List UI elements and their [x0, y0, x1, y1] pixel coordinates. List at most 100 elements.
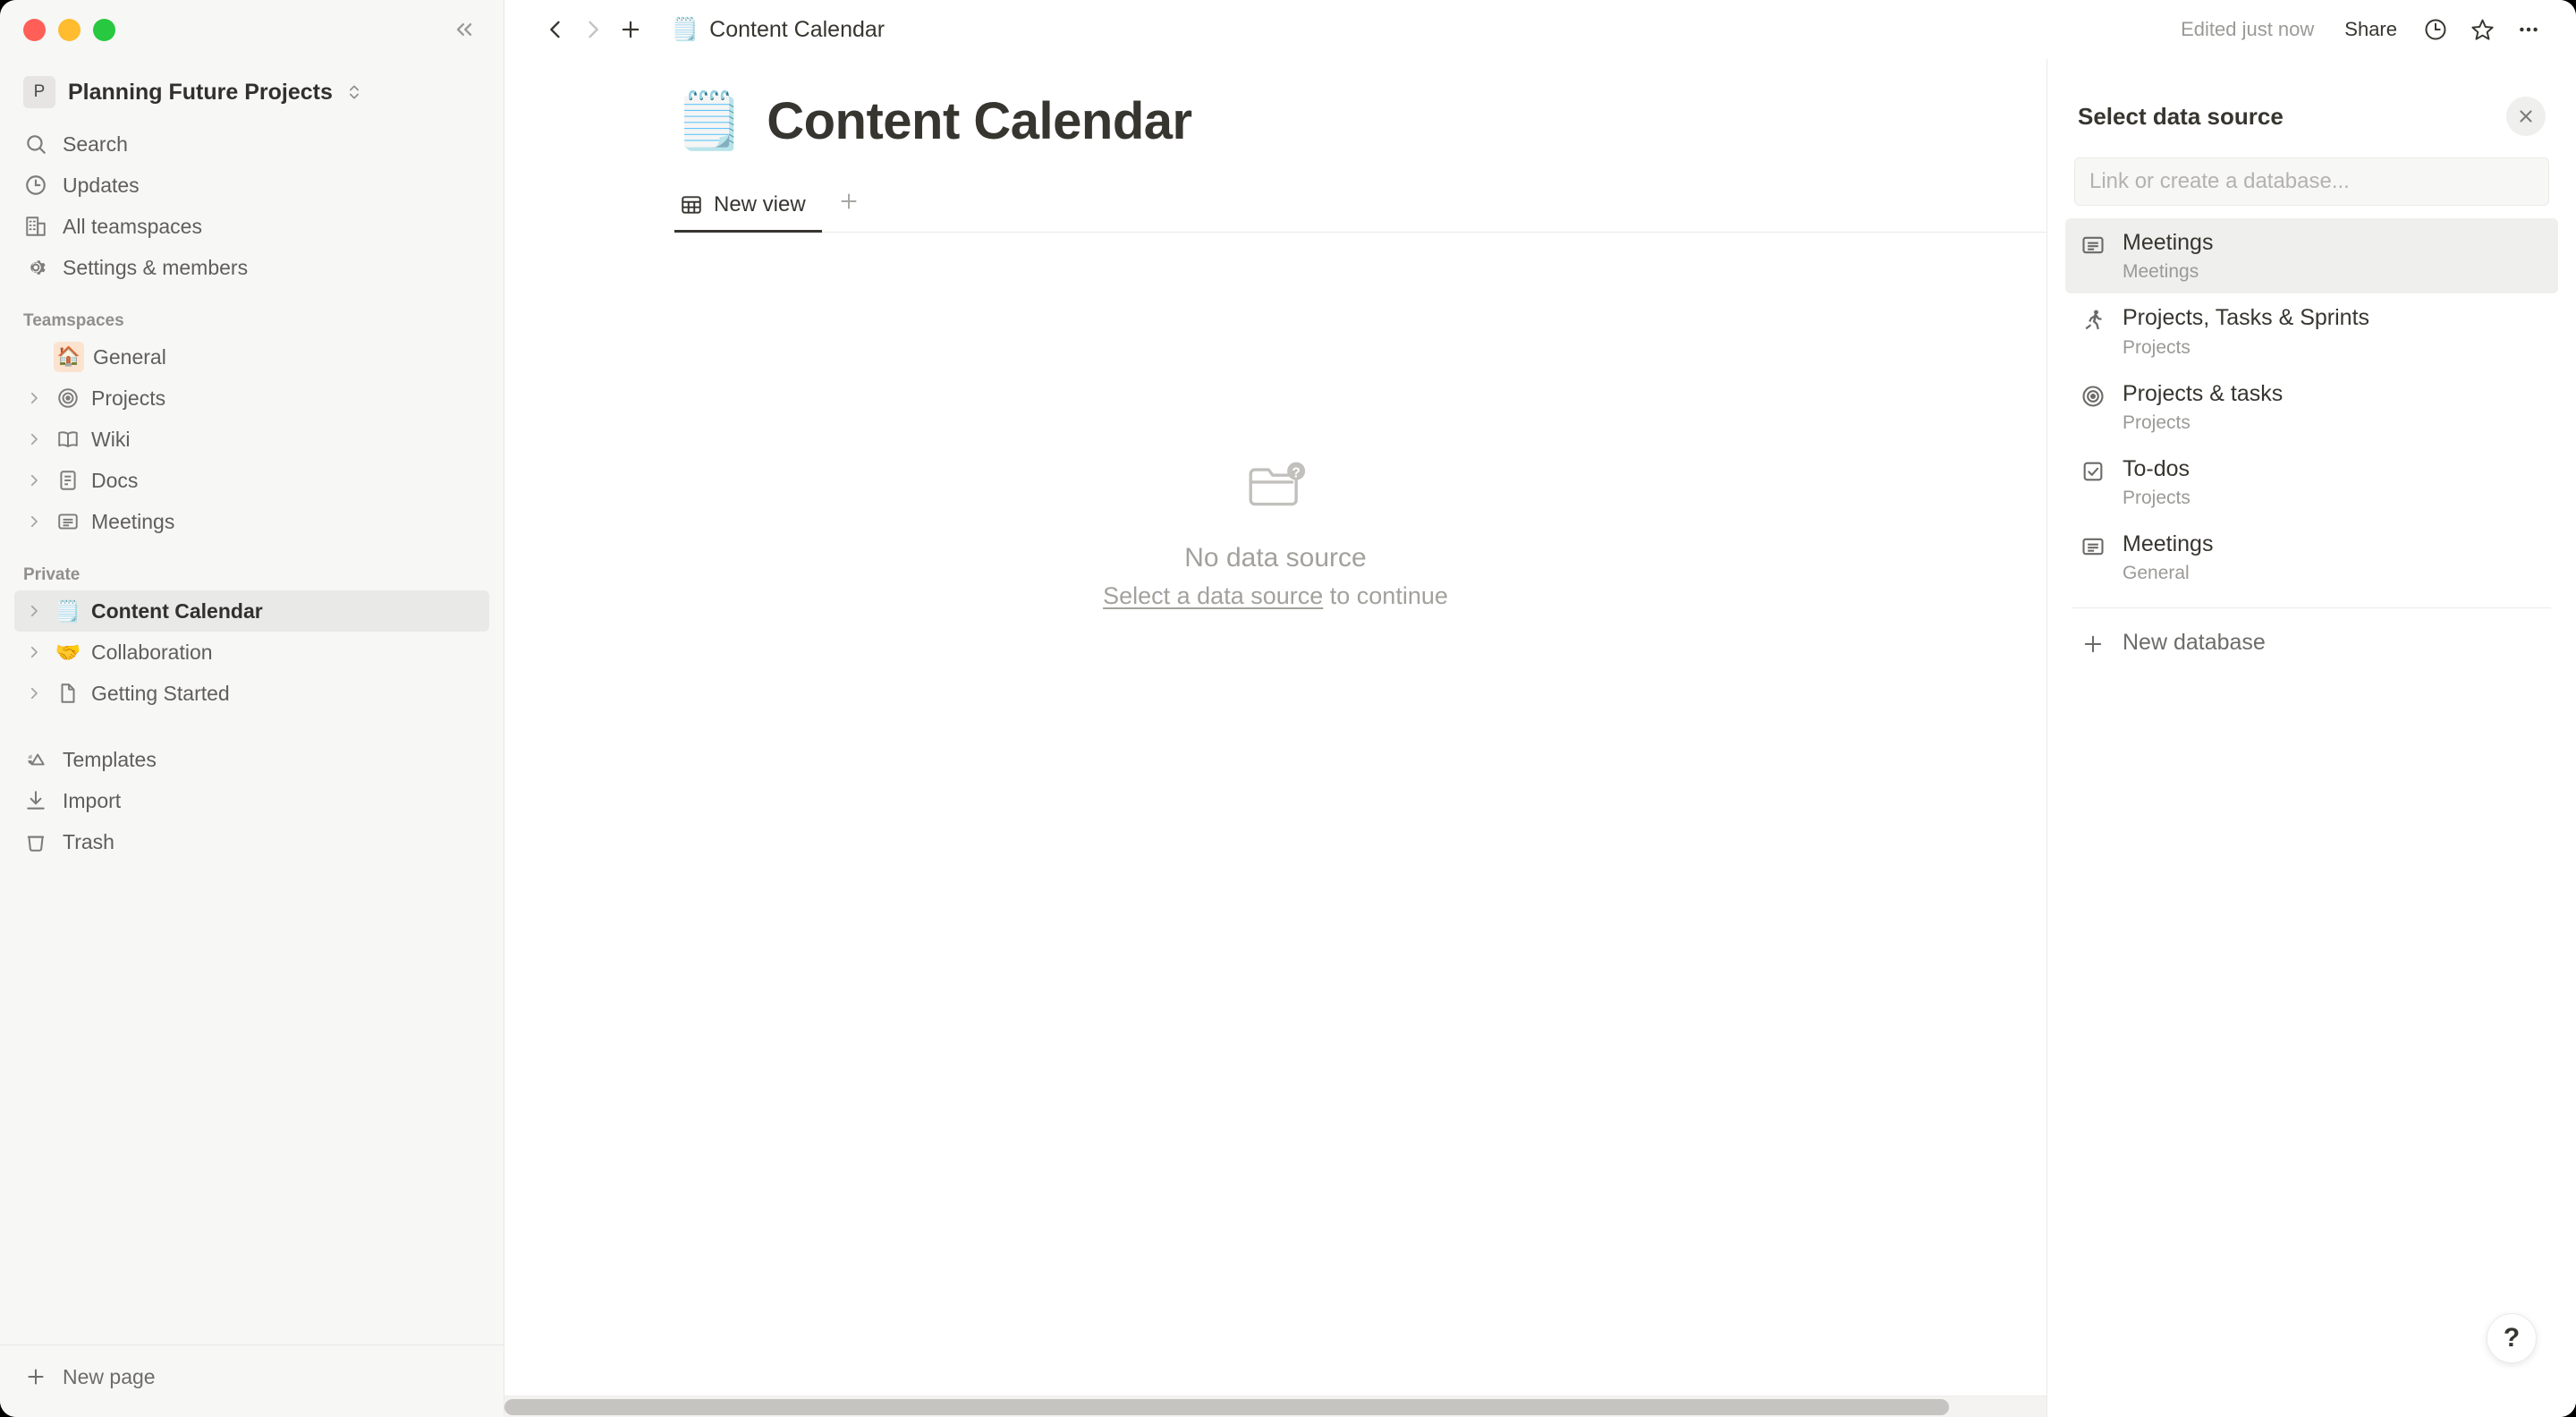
sidebar-item-search[interactable]: Search: [14, 123, 489, 165]
topbar: 🗒️ Content Calendar Edited just now Shar…: [504, 0, 2576, 59]
search-input[interactable]: [2089, 169, 2534, 194]
data-source-item[interactable]: Meetings General: [2065, 520, 2558, 595]
tab-new-view[interactable]: New view: [674, 185, 822, 233]
sidebar-item-settings-members[interactable]: Settings & members: [14, 247, 489, 288]
scrollbar-thumb[interactable]: [504, 1399, 1949, 1415]
select-data-source-panel: Select data source Meetings: [2046, 59, 2576, 1417]
calendar-emoji-icon[interactable]: 🗒️: [674, 93, 743, 149]
sidebar-item-trash[interactable]: Trash: [14, 821, 489, 862]
chevron-right-icon[interactable]: [23, 603, 45, 619]
sidebar-item-label: Content Calendar: [91, 598, 263, 623]
empty-state: ? No data source Select a data source to…: [1103, 452, 1448, 610]
window-controls-row: [0, 0, 504, 59]
sidebar-item-getting-started[interactable]: Getting Started: [14, 673, 489, 714]
data-source-name: Meetings: [2123, 531, 2214, 556]
sidebar-item-updates[interactable]: Updates: [14, 165, 489, 206]
import-icon: [23, 789, 48, 812]
sidebar-item-projects[interactable]: Projects: [14, 378, 489, 419]
sidebar-item-label: Collaboration: [91, 640, 213, 664]
horizontal-scrollbar[interactable]: [504, 1396, 2046, 1417]
data-source-name: Meetings: [2123, 230, 2214, 255]
data-source-item[interactable]: Projects, Tasks & Sprints Projects: [2065, 293, 2558, 369]
checkbox-icon: [2078, 459, 2108, 484]
chevron-right-icon[interactable]: [23, 472, 45, 488]
sidebar-item-import[interactable]: Import: [14, 780, 489, 821]
data-source-name: Projects, Tasks & Sprints: [2123, 305, 2370, 331]
sidebar-item-general[interactable]: 🏠 General: [14, 336, 489, 378]
maximize-window-button[interactable]: [93, 18, 115, 41]
private-section-header: Private: [23, 565, 80, 584]
sidebar-item-collaboration[interactable]: 🤝 Collaboration: [14, 632, 489, 673]
data-source-item[interactable]: Meetings Meetings: [2065, 218, 2558, 294]
tab-label: New view: [714, 192, 806, 216]
breadcrumb[interactable]: 🗒️ Content Calendar: [662, 13, 894, 47]
forward-button[interactable]: [574, 11, 612, 48]
sidebar-item-all-teamspaces[interactable]: All teamspaces: [14, 206, 489, 247]
minimize-window-button[interactable]: [58, 18, 80, 41]
more-options-icon[interactable]: [2508, 9, 2549, 50]
data-source-name: To-dos: [2123, 455, 2190, 481]
history-icon[interactable]: [2415, 9, 2456, 50]
edited-status: Edited just now: [2181, 18, 2315, 40]
sidebar-item-templates[interactable]: Templates: [14, 739, 489, 780]
new-database-button[interactable]: New database: [2065, 617, 2558, 667]
empty-state-suffix: to continue: [1323, 582, 1448, 609]
panel-divider: [2072, 607, 2551, 609]
topbar-actions: Edited just now Share: [2168, 9, 2549, 50]
database-search-field[interactable]: [2074, 157, 2549, 206]
sidebar: P Planning Future Projects Search Update…: [0, 0, 504, 1417]
runner-icon: [2078, 308, 2108, 333]
share-button[interactable]: Share: [2332, 11, 2410, 48]
select-data-source-link[interactable]: Select a data source: [1103, 582, 1323, 609]
back-button[interactable]: [537, 11, 574, 48]
document-header: 🗒️ Content Calendar New view: [504, 59, 2046, 233]
view-tabs: New view: [674, 182, 2046, 233]
document-column: 🗒️ Content Calendar New view ? No data s…: [504, 59, 2046, 1417]
sidebar-item-content-calendar[interactable]: 🗒️ Content Calendar: [14, 590, 489, 632]
note-icon: [2078, 233, 2108, 258]
building-icon: [23, 215, 48, 238]
page-title: 🗒️ Content Calendar: [674, 91, 2046, 151]
panel-header: Select data source: [2047, 59, 2576, 136]
sidebar-tools: Templates Import Trash: [0, 735, 504, 862]
sidebar-item-label: Import: [63, 788, 122, 812]
new-tab-button[interactable]: [612, 11, 649, 48]
data-source-parent: Projects: [2123, 488, 2190, 508]
chevron-right-icon[interactable]: [23, 390, 45, 406]
page-icon: [54, 682, 82, 705]
empty-state-title: No data source: [1184, 543, 1367, 573]
data-source-item[interactable]: Projects & tasks Projects: [2065, 369, 2558, 445]
sidebar-item-label: Getting Started: [91, 681, 230, 705]
chevron-right-icon[interactable]: [23, 431, 45, 447]
close-window-button[interactable]: [23, 18, 46, 41]
star-icon[interactable]: [2462, 9, 2503, 50]
new-page-button[interactable]: New page: [14, 1354, 489, 1399]
data-source-item[interactable]: To-dos Projects: [2065, 445, 2558, 520]
sidebar-item-meetings[interactable]: Meetings: [14, 501, 489, 542]
data-source-text: Meetings General: [2123, 530, 2213, 584]
new-page-label: New page: [63, 1364, 156, 1388]
calendar-emoji-icon: 🗒️: [671, 16, 699, 42]
chevron-right-icon[interactable]: [23, 685, 45, 701]
data-source-text: To-dos Projects: [2123, 455, 2190, 509]
chevron-right-icon[interactable]: [23, 513, 45, 530]
add-view-button[interactable]: [829, 182, 869, 221]
workspace-switcher[interactable]: P Planning Future Projects: [14, 70, 489, 115]
main-area: 🗒️ Content Calendar Edited just now Shar…: [504, 0, 2576, 1417]
data-source-list: Meetings Meetings Projects, Tasks & Spri…: [2047, 218, 2576, 595]
gear-icon: [23, 256, 48, 279]
chevron-updown-icon: [345, 83, 363, 101]
sidebar-item-wiki[interactable]: Wiki: [14, 419, 489, 460]
chevron-right-icon[interactable]: [23, 644, 45, 660]
sidebar-primary-nav: Search Updates All teamspaces Settings &…: [0, 120, 504, 288]
sidebar-item-docs[interactable]: Docs: [14, 460, 489, 501]
help-button[interactable]: ?: [2487, 1313, 2537, 1363]
collapse-sidebar-icon[interactable]: [446, 12, 482, 47]
close-icon[interactable]: [2506, 97, 2546, 136]
doc-icon: [54, 469, 82, 492]
page-title-text[interactable]: Content Calendar: [767, 91, 1192, 151]
app-window: P Planning Future Projects Search Update…: [0, 0, 2576, 1417]
data-source-parent: Meetings: [2123, 261, 2199, 283]
table-icon: [680, 193, 703, 216]
folder-question-icon: ?: [1103, 452, 1448, 518]
